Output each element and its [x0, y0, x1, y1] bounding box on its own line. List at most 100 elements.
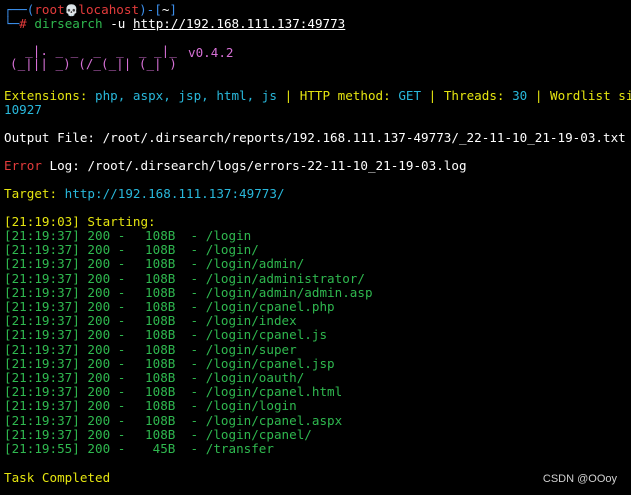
result-row: [21:19:37] 200 - 108B - /login/oauth/	[4, 371, 304, 385]
extensions-value: php, aspx, jsp, html, js	[95, 88, 277, 103]
error-log-label-log: Log:	[41, 158, 80, 173]
result-status: 200	[87, 370, 111, 385]
terminal-window[interactable]: ┌──(root💀locahost)-[~] └─# dirsearch -u …	[0, 0, 631, 495]
result-dash: -	[110, 228, 141, 243]
result-path: /login/cpanel.aspx	[205, 412, 343, 428]
result-status: 200	[87, 256, 111, 272]
result-path: /login/login	[205, 398, 297, 414]
result-row: [21:19:37] 200 - 108B - /login/cpanel.ht…	[4, 385, 342, 399]
result-time: [21:19:37]	[4, 412, 80, 428]
prompt-bottom-bracket: └─	[4, 16, 20, 31]
result-dash: -	[175, 284, 206, 300]
result-dash: -	[175, 242, 206, 258]
config-sep-2: |	[421, 88, 444, 103]
result-path: /login/oauth/	[205, 370, 305, 385]
result-dash: -	[175, 370, 206, 385]
result-row: [21:19:37] 200 - 108B - /login/admin/	[4, 257, 304, 271]
result-row: [21:19:37] 200 - 108B - /login/cpanel.js…	[4, 355, 335, 371]
result-row: [21:19:37] 200 - 108B - /login/cpanel.ph…	[4, 300, 335, 314]
result-dash: -	[110, 270, 141, 286]
command-url[interactable]: http://192.168.111.137:49773	[133, 16, 345, 31]
result-dash: -	[110, 313, 141, 329]
config-sep-3: |	[527, 88, 551, 103]
result-status: 200	[87, 228, 111, 243]
result-path: /login/administrator/	[205, 270, 365, 286]
result-size: 108B	[145, 355, 176, 371]
result-row: [21:19:37] 200 - 108B - /login/administr…	[4, 270, 365, 286]
result-size: 45B	[152, 441, 176, 456]
prompt-mid: )-[	[139, 2, 162, 17]
result-row: [21:19:37] 200 - 108B - /login/cpanel/	[4, 426, 312, 442]
command-name: dirsearch	[34, 16, 103, 31]
result-dash: -	[110, 242, 141, 258]
config-sep-1: |	[276, 88, 300, 103]
result-dash: -	[175, 355, 206, 371]
result-path: /login/cpanel.jsp	[205, 355, 335, 371]
result-dash: -	[110, 412, 141, 428]
result-status: 200	[87, 355, 111, 371]
result-dash: -	[175, 426, 206, 442]
result-size: 108B	[145, 256, 176, 272]
command-line[interactable]: └─# dirsearch -u http://192.168.111.137:…	[4, 17, 345, 31]
result-status: 200	[87, 313, 111, 329]
result-row: [21:19:55] 200 - 45B - /transfer	[4, 442, 274, 456]
result-row: [21:19:37] 200 - 108B - /login/index	[4, 314, 297, 328]
result-dash: -	[110, 341, 141, 357]
wordlist-label: Wordlist size:	[550, 88, 631, 103]
result-dash: -	[175, 327, 206, 343]
error-log-label-error: Error	[4, 158, 42, 173]
result-time: [21:19:55]	[4, 441, 80, 456]
result-row: [21:19:37] 200 - 108B - /login	[4, 229, 251, 243]
result-size: 108B	[145, 341, 176, 357]
result-size: 108B	[145, 299, 176, 314]
command-flag: -u	[110, 16, 126, 31]
output-file-path: /root/.dirsearch/reports/192.168.111.137…	[102, 130, 626, 145]
result-dash: -	[175, 299, 206, 314]
result-status: 200	[87, 242, 111, 258]
result-size: 108B	[145, 327, 176, 343]
http-method-label: HTTP method:	[299, 88, 391, 103]
prompt-user: root	[34, 2, 65, 17]
result-size: 108B	[145, 242, 176, 258]
result-size: 108B	[145, 313, 176, 329]
result-time: [21:19:37]	[4, 284, 80, 300]
result-size: 108B	[145, 384, 176, 400]
result-dash: -	[175, 412, 206, 428]
result-size: 108B	[145, 426, 176, 442]
result-row: [21:19:37] 200 - 108B - /login/	[4, 243, 259, 257]
scan-starting: [21:19:03] Starting:	[4, 214, 156, 229]
result-time: [21:19:37]	[4, 370, 80, 385]
result-status: 200	[87, 327, 111, 343]
result-path: /login/cpanel/	[205, 426, 312, 442]
result-dash: -	[175, 384, 206, 400]
result-dash: -	[110, 355, 141, 371]
result-dash: -	[110, 370, 141, 385]
result-dash: -	[175, 398, 206, 414]
prompt-symbol: #	[19, 16, 27, 31]
result-status: 200	[87, 284, 111, 300]
prompt-host: locahost	[78, 2, 140, 17]
result-path: /login	[205, 228, 252, 243]
result-dash: -	[110, 441, 141, 456]
result-status: 200	[87, 441, 111, 456]
result-time: [21:19:37]	[4, 256, 80, 272]
result-path: /login/cpanel.php	[205, 299, 335, 314]
output-file-label: Output File:	[4, 130, 95, 145]
result-size: 108B	[145, 270, 176, 286]
result-dash: -	[110, 398, 141, 414]
result-dash: -	[110, 299, 141, 314]
result-row: [21:19:37] 200 - 108B - /login/cpanel.as…	[4, 412, 343, 428]
result-status: 200	[87, 384, 111, 400]
http-method-value: GET	[398, 88, 422, 103]
target-line: Target: http://192.168.111.137:49773/	[4, 187, 285, 201]
result-path: /login/admin/admin.asp	[205, 284, 373, 300]
banner-version: v0.4.2	[188, 45, 234, 60]
result-status: 200	[87, 412, 111, 428]
prompt-end: ]	[169, 2, 177, 17]
result-path: /login/	[205, 242, 259, 258]
result-size: 108B	[145, 228, 176, 243]
result-dash: -	[110, 256, 141, 272]
threads-label: Threads:	[443, 88, 505, 103]
result-row: [21:19:37] 200 - 108B - /login/admin/adm…	[4, 284, 373, 300]
result-path: /login/cpanel.js	[205, 327, 328, 343]
